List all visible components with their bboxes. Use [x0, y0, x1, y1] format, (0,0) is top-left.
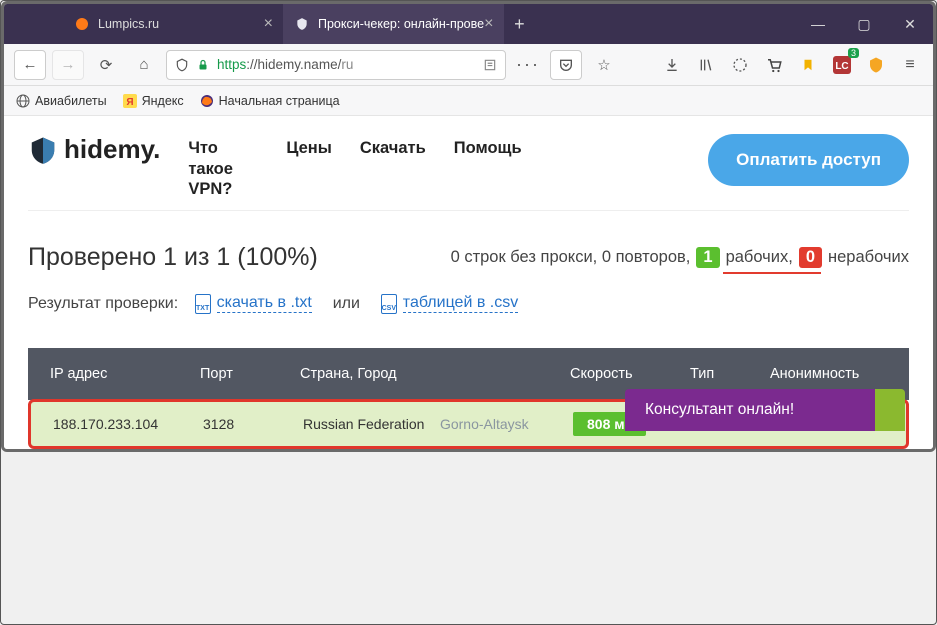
minimize-button[interactable]: —	[795, 4, 841, 44]
extension-lc-icon[interactable]: LC	[829, 52, 855, 78]
result-label: Результат проверки:	[28, 295, 178, 313]
tabs: Lumpics.ru × Прокси-чекер: онлайн-прове …	[4, 4, 534, 44]
reader-mode-icon[interactable]	[483, 58, 497, 72]
forward-button[interactable]: →	[52, 50, 84, 80]
bookmark-icon[interactable]	[795, 52, 821, 78]
url-path: ru	[341, 57, 353, 72]
txt-file-icon: TXT	[195, 294, 211, 314]
bookmark-start[interactable]: Начальная страница	[200, 94, 340, 108]
checked-status: Проверено 1 из 1 (100%)	[28, 243, 318, 272]
logo-text: hidemy.	[64, 134, 160, 165]
downloads-icon[interactable]	[659, 52, 685, 78]
close-tab-icon[interactable]: ×	[484, 15, 493, 33]
bookmark-label: Яндекс	[142, 94, 184, 108]
consultant-widget[interactable]: Консультант онлайн!	[625, 389, 905, 431]
site-nav: hidemy. Что такое VPN? Цены Скачать Помо…	[28, 134, 909, 211]
status-summary: 0 строк без прокси, 0 повторов, 1 рабочи…	[451, 247, 909, 268]
col-ip: IP адрес	[50, 366, 200, 382]
pay-button[interactable]: Оплатить доступ	[708, 134, 909, 186]
titlebar: Lumpics.ru × Прокси-чекер: онлайн-прове …	[4, 4, 933, 44]
close-tab-icon[interactable]: ×	[264, 15, 273, 33]
menu-button[interactable]: ≡	[897, 52, 923, 78]
containers-icon[interactable]	[727, 52, 753, 78]
page-actions-button[interactable]: ···	[512, 50, 544, 80]
col-anon: Анонимность	[770, 366, 887, 382]
home-button[interactable]: ⌂	[128, 50, 160, 80]
tab-title: Прокси-чекер: онлайн-прове	[318, 17, 484, 31]
result-row: Результат проверки: TXT скачать в .txt и…	[28, 294, 909, 314]
col-country: Страна, Город	[300, 366, 570, 382]
shield-icon	[175, 57, 189, 73]
page-content: hidemy. Что такое VPN? Цены Скачать Помо…	[4, 116, 933, 449]
bookmark-label: Начальная страница	[219, 94, 340, 108]
bookmark-yandex[interactable]: Я Яндекс	[123, 94, 184, 108]
bookmark-label: Авиабилеты	[35, 94, 107, 108]
working-label: рабочих,	[726, 248, 793, 267]
nav-what-is-vpn[interactable]: Что такое VPN?	[188, 134, 258, 200]
site-icon	[74, 16, 90, 32]
col-speed: Скорость	[570, 366, 690, 382]
bookmarks-bar: Авиабилеты Я Яндекс Начальная страница	[4, 86, 933, 116]
close-window-button[interactable]: ✕	[887, 4, 933, 44]
download-csv-link[interactable]: таблицей в .csv	[403, 294, 518, 313]
download-txt-link[interactable]: скачать в .txt	[217, 294, 312, 313]
nav-download[interactable]: Скачать	[360, 134, 426, 159]
cart-icon[interactable]	[761, 52, 787, 78]
tab-lumpics[interactable]: Lumpics.ru ×	[64, 4, 284, 44]
consultant-label: Консультант онлайн!	[645, 401, 794, 419]
address-bar[interactable]: https://hidemy.name/ru	[166, 50, 506, 80]
status-row: Проверено 1 из 1 (100%) 0 строк без прок…	[28, 243, 909, 272]
svg-text:Я: Я	[126, 97, 133, 108]
new-tab-button[interactable]: +	[504, 4, 534, 44]
cell-city: Gorno-Altaysk	[440, 416, 529, 432]
svg-text:LC: LC	[835, 61, 848, 72]
tab-proxy-checker[interactable]: Прокси-чекер: онлайн-прове ×	[284, 4, 504, 44]
url-host: ://hidemy.name/	[246, 57, 341, 72]
lock-icon	[197, 58, 209, 72]
col-type: Тип	[690, 366, 770, 382]
yandex-icon: Я	[123, 94, 137, 108]
extension-ip-icon[interactable]	[863, 52, 889, 78]
site-logo[interactable]: hidemy.	[28, 134, 160, 165]
library-icon[interactable]	[693, 52, 719, 78]
globe-icon	[16, 94, 30, 108]
pocket-button[interactable]	[550, 50, 582, 80]
nonworking-label: нерабочих	[828, 248, 909, 267]
firefox-icon	[200, 94, 214, 108]
toolbar: ← → ⟳ ⌂ https://hidemy.name/ru ··· ☆	[4, 44, 933, 86]
shield-icon	[28, 135, 58, 165]
working-count: 1	[696, 247, 719, 268]
cell-port: 3128	[203, 416, 303, 432]
maximize-button[interactable]: ▢	[841, 4, 887, 44]
back-button[interactable]: ←	[14, 50, 46, 80]
reload-button[interactable]: ⟳	[90, 50, 122, 80]
bookmark-avia[interactable]: Авиабилеты	[16, 94, 107, 108]
nav-help[interactable]: Помощь	[454, 134, 522, 159]
nav-prices[interactable]: Цены	[286, 134, 332, 159]
window-controls: — ▢ ✕	[795, 4, 933, 44]
csv-file-icon: CSV	[381, 294, 397, 314]
shield-icon	[294, 16, 310, 32]
col-port: Порт	[200, 366, 300, 382]
no-proxy-text: 0 строк без прокси, 0 повторов,	[451, 248, 691, 267]
cell-ip: 188.170.233.104	[53, 416, 203, 432]
nonworking-count: 0	[799, 247, 822, 268]
star-button[interactable]: ☆	[588, 50, 620, 80]
tab-title: Lumpics.ru	[98, 17, 159, 31]
cell-country: Russian Federation Gorno-Altaysk	[303, 416, 573, 432]
or-text: или	[333, 295, 360, 313]
url-scheme: https	[217, 57, 246, 72]
